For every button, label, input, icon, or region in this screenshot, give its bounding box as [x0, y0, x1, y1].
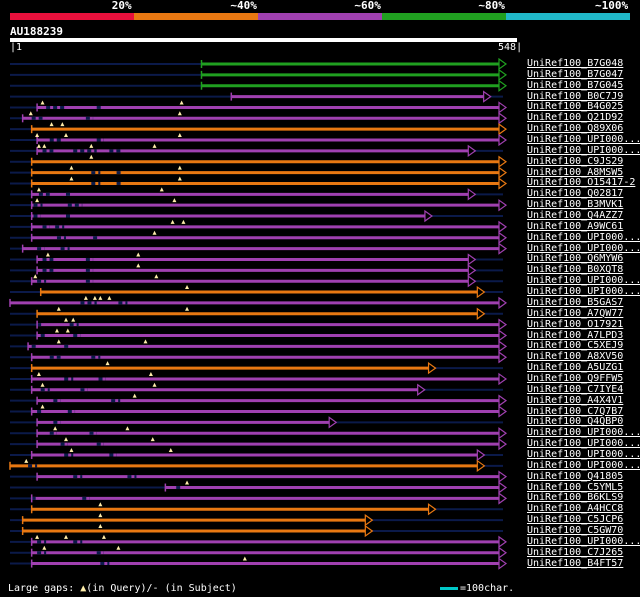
hit-link[interactable]: UniRef100_B0XQT8 — [527, 264, 623, 275]
hit-link[interactable]: UniRef100_B6KLS9 — [527, 492, 623, 503]
hit-link[interactable]: UniRef100_B4G025 — [527, 101, 623, 112]
hit-link[interactable]: UniRef100_C5JCP6 — [527, 514, 623, 525]
hit-link[interactable]: UniRef100_C7J265 — [527, 547, 623, 558]
legend-footer: Large gaps: ▲(in Query)/- (in Subject) — [8, 583, 237, 594]
scale-swatch-icon — [440, 586, 458, 590]
hit-link[interactable]: UniRef100_UPI000... — [527, 536, 640, 547]
legend-subject-text: (in Subject) — [158, 583, 237, 594]
hit-link[interactable]: UniRef100_C7Q7B7 — [527, 406, 623, 417]
hit-link[interactable]: UniRef100_Q6MYW6 — [527, 253, 623, 264]
hit-link[interactable]: UniRef100_UPI000... — [527, 145, 640, 156]
hit-link[interactable]: UniRef100_A7LPD3 — [527, 330, 623, 341]
hit-link[interactable]: UniRef100_UPI000... — [527, 438, 640, 449]
hit-link[interactable]: UniRef100_B7G048 — [527, 58, 623, 69]
hit-link[interactable]: UniRef100_A4X4V1 — [527, 395, 623, 406]
hit-link[interactable]: UniRef100_C9JS29 — [527, 156, 623, 167]
legend-prefix: Large gaps: — [8, 583, 81, 594]
hit-link[interactable]: UniRef100_Q02817 — [527, 188, 623, 199]
hit-link[interactable]: UniRef100_A4HCC8 — [527, 503, 623, 514]
hit-link[interactable]: UniRef100_Q41805 — [527, 471, 623, 482]
hit-link[interactable]: UniRef100_B5GAS7 — [527, 297, 623, 308]
hit-link[interactable]: UniRef100_B7G045 — [527, 80, 623, 91]
hit-link[interactable]: UniRef100_Q89X06 — [527, 123, 623, 134]
hit-link[interactable]: UniRef100_C7IYE4 — [527, 384, 623, 395]
hit-link[interactable]: UniRef100_UPI000... — [527, 449, 640, 460]
scale-key-text: =100char. — [460, 583, 515, 594]
hit-link[interactable]: UniRef100_Q4QBP0 — [527, 416, 623, 427]
hit-link[interactable]: UniRef100_C5YML5 — [527, 482, 623, 493]
hit-link[interactable]: UniRef100_C5GW70 — [527, 525, 623, 536]
legend-query-text: (in Query)/ — [86, 583, 153, 594]
hit-link[interactable]: UniRef100_UPI000... — [527, 275, 640, 286]
hit-link[interactable]: UniRef100_A8MSW5 — [527, 167, 623, 178]
hit-link[interactable]: UniRef100_A5UZG1 — [527, 362, 623, 373]
hit-link[interactable]: UniRef100_A8XV50 — [527, 351, 623, 362]
hit-link[interactable]: UniRef100_UPI000... — [527, 243, 640, 254]
hit-link[interactable]: UniRef100_B4FT57 — [527, 558, 623, 569]
hit-link[interactable]: UniRef100_O17921 — [527, 319, 623, 330]
hit-link[interactable]: UniRef100_UPI000... — [527, 286, 640, 297]
hit-link[interactable]: UniRef100_A9WC61 — [527, 221, 623, 232]
hit-link[interactable]: UniRef100_B0C7J9 — [527, 91, 623, 102]
hit-link[interactable]: UniRef100_C5XEJ9 — [527, 340, 623, 351]
hit-link[interactable]: UniRef100_Q21D92 — [527, 112, 623, 123]
hit-link[interactable]: UniRef100_B7G047 — [527, 69, 623, 80]
hit-link[interactable]: UniRef100_A7QW77 — [527, 308, 623, 319]
hit-link[interactable]: UniRef100_B3MVK1 — [527, 199, 623, 210]
hit-link[interactable]: UniRef100_UPI000... — [527, 427, 640, 438]
hit-link[interactable]: UniRef100_UPI000... — [527, 134, 640, 145]
hit-link[interactable]: UniRef100_Q9FFW5 — [527, 373, 623, 384]
hit-link[interactable]: UniRef100_UPI000... — [527, 232, 640, 243]
hit-label-column: UniRef100_B7G048 UniRef100_B7G047 UniRef10… — [0, 0, 640, 597]
scale-key: =100char. — [440, 583, 514, 594]
hit-link[interactable]: UniRef100_O15417-2 — [527, 177, 635, 188]
hit-link[interactable]: UniRef100_UPI000... — [527, 460, 640, 471]
hit-link[interactable]: UniRef100_Q4AZZ7 — [527, 210, 623, 221]
